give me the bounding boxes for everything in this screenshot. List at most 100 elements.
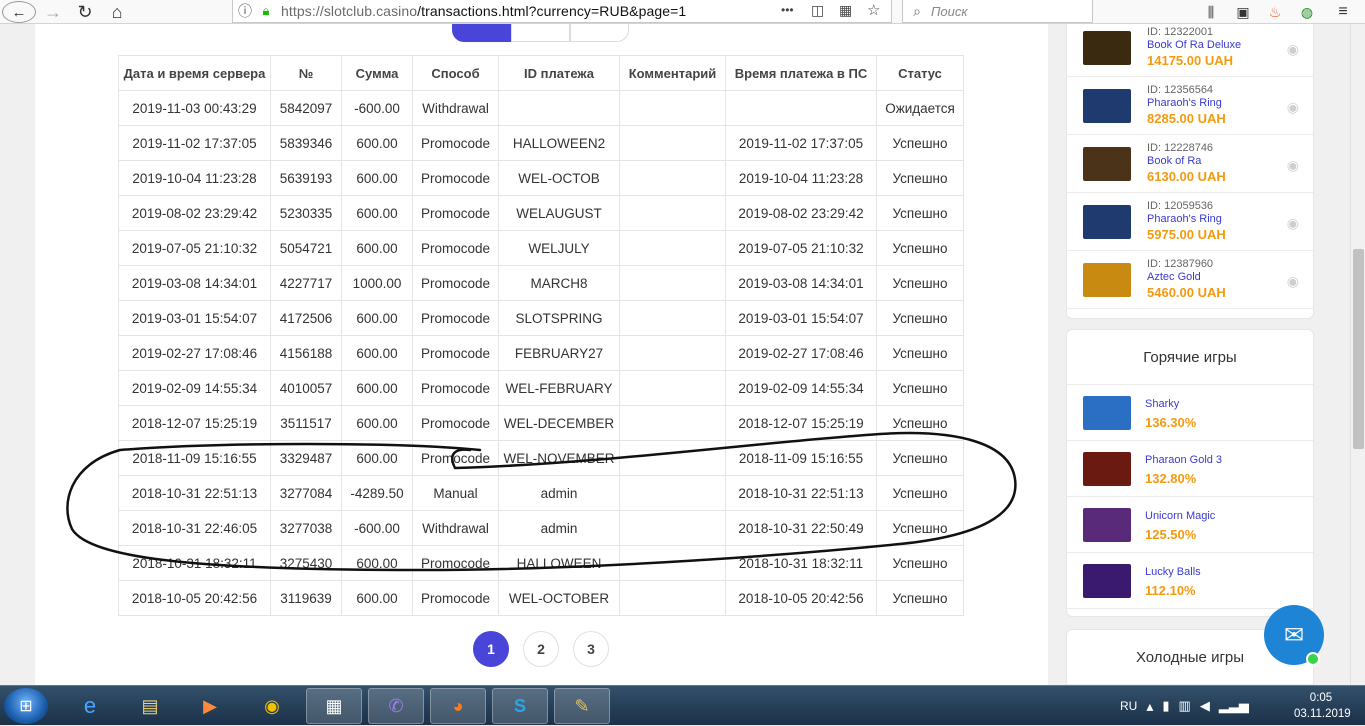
start-button-icon[interactable]: ⊞: [4, 688, 48, 724]
info-icon[interactable]: ⓘ: [233, 1, 257, 21]
hot-game-name[interactable]: Sharky: [1145, 398, 1179, 410]
back-arrow-icon[interactable]: ←: [2, 1, 36, 23]
network-icon[interactable]: ▥: [1179, 698, 1191, 714]
win-game-link[interactable]: Pharaoh's Ring: [1147, 97, 1222, 109]
search-input[interactable]: ⌕ Поиск: [902, 0, 1093, 23]
menu-icon[interactable]: ≡: [1330, 0, 1356, 24]
cell-comment: [619, 545, 726, 581]
eye-icon[interactable]: ◉: [1287, 157, 1299, 174]
url-bar[interactable]: ⓘ 🔒︎ https://slotclub.casino/transaction…: [232, 0, 892, 23]
search-icon: ⌕: [913, 2, 921, 19]
sidebar-icon[interactable]: ▣: [1232, 0, 1254, 24]
recent-win-item[interactable]: ID: 12387960 Aztec Gold 5460.00 UAH ◉: [1067, 251, 1313, 309]
chrome-icon[interactable]: ◉: [244, 688, 300, 724]
forward-arrow-icon[interactable]: →: [40, 0, 66, 24]
game-thumbnail[interactable]: [1083, 263, 1131, 297]
volume-icon[interactable]: ◀: [1200, 698, 1210, 714]
clock-date: 03.11.2019: [1294, 708, 1351, 720]
hot-game-percent: 125.50%: [1145, 527, 1197, 542]
cell-ps-time: 2018-10-31 18:32:11: [725, 545, 877, 581]
cell-ps-time: 2019-02-27 17:08:46: [725, 335, 877, 371]
hot-game-item[interactable]: Sharky 136.30%: [1067, 385, 1313, 441]
bookmark-star-icon[interactable]: ☆: [867, 1, 880, 19]
page-button-1[interactable]: 1: [473, 631, 509, 667]
extension-globe-icon[interactable]: ◍: [1296, 0, 1318, 24]
cell-ps-time: 2019-08-02 23:29:42: [725, 195, 877, 231]
pagination: 1 2 3: [473, 631, 609, 667]
hot-game-name[interactable]: Lucky Balls: [1145, 566, 1201, 578]
currency-tab-active[interactable]: [452, 24, 511, 42]
eye-icon[interactable]: ◉: [1287, 215, 1299, 232]
win-game-link[interactable]: Aztec Gold: [1147, 271, 1201, 283]
extension-fire-icon[interactable]: ♨: [1264, 0, 1286, 24]
currency-tab[interactable]: [570, 24, 629, 42]
win-game-link[interactable]: Book of Ra: [1147, 155, 1201, 167]
game-thumbnail[interactable]: [1083, 89, 1131, 123]
hot-game-item[interactable]: Unicorn Magic 125.50%: [1067, 497, 1313, 553]
explorer-folder-icon[interactable]: ▤: [122, 688, 178, 724]
cell-ps-time: 2019-02-09 14:55:34: [725, 370, 877, 406]
game-thumbnail[interactable]: [1083, 147, 1131, 181]
signal-icon[interactable]: ▂▃▅: [1219, 698, 1249, 714]
cell-payment-id: HALLOWEEN: [498, 545, 620, 581]
cell-ps-time: 2019-07-05 21:10:32: [725, 230, 877, 266]
eye-icon[interactable]: ◉: [1287, 99, 1299, 116]
cell-amount: 600.00: [341, 335, 413, 371]
pocket-icon[interactable]: ◫: [811, 2, 824, 19]
home-icon[interactable]: ⌂: [104, 0, 130, 24]
tray-arrow-icon[interactable]: ▴: [1146, 698, 1153, 715]
game-thumbnail[interactable]: [1083, 205, 1131, 239]
more-icon[interactable]: •••: [781, 3, 794, 17]
cell-date: 2019-07-05 21:10:32: [118, 230, 271, 266]
game-thumbnail[interactable]: [1083, 508, 1131, 542]
language-indicator[interactable]: RU: [1120, 699, 1137, 713]
win-game-link[interactable]: Book Of Ra Deluxe: [1147, 39, 1241, 51]
page-button-3[interactable]: 3: [573, 631, 609, 667]
recent-win-item[interactable]: ID: 12228746 Book of Ra 6130.00 UAH ◉: [1067, 135, 1313, 193]
cell-status: Успешно: [876, 440, 964, 476]
battery-icon[interactable]: ▮: [1162, 698, 1169, 714]
cell-number: 5230335: [270, 195, 342, 231]
ie-icon[interactable]: e: [62, 688, 118, 724]
recent-win-item[interactable]: ID: 12059536 Pharaoh's Ring 5975.00 UAH ◉: [1067, 193, 1313, 251]
reload-icon[interactable]: ↻: [72, 0, 98, 24]
game-thumbnail[interactable]: [1083, 564, 1131, 598]
game-thumbnail[interactable]: [1083, 452, 1131, 486]
game-thumbnail[interactable]: [1083, 396, 1131, 430]
paint-icon[interactable]: ✎: [554, 688, 610, 724]
taskbar-clock[interactable]: 0:05 03.11.2019: [1294, 690, 1351, 722]
hot-game-item[interactable]: Pharaon Gold 3 132.80%: [1067, 441, 1313, 497]
eye-icon[interactable]: ◉: [1287, 273, 1299, 290]
cell-ps-time: 2018-10-05 20:42:56: [725, 580, 877, 616]
cell-number: 3511517: [270, 405, 342, 441]
cell-amount: -4289.50: [341, 475, 413, 511]
library-icon[interactable]: ⫼: [1200, 0, 1222, 24]
viber-icon[interactable]: ✆: [368, 688, 424, 724]
currency-tab[interactable]: [511, 24, 570, 42]
scrollbar-thumb[interactable]: [1353, 249, 1364, 449]
cell-payment-id: FEBRUARY27: [498, 335, 620, 371]
game-thumbnail[interactable]: [1083, 31, 1131, 65]
media-player-icon[interactable]: ▶: [182, 688, 238, 724]
reader-view-icon[interactable]: ▦: [839, 2, 852, 19]
recent-win-item[interactable]: ID: 12356564 Pharaoh's Ring 8285.00 UAH ◉: [1067, 77, 1313, 135]
page-scrollbar[interactable]: [1350, 24, 1365, 685]
hot-game-item[interactable]: Lucky Balls 112.10%: [1067, 553, 1313, 609]
cell-status: Успешно: [876, 370, 964, 406]
hot-game-name[interactable]: Pharaon Gold 3: [1145, 454, 1222, 466]
table-row: 2019-03-01 15:54:07 4172506 600.00 Promocod…: [118, 300, 964, 336]
calculator-icon[interactable]: ▦: [306, 688, 362, 724]
firefox-icon[interactable]: ◕: [430, 688, 486, 724]
cell-method: Promocode: [412, 265, 499, 301]
cell-method: Promocode: [412, 160, 499, 196]
eye-icon[interactable]: ◉: [1287, 41, 1299, 58]
cell-amount: 600.00: [341, 370, 413, 406]
cell-status: Успешно: [876, 510, 964, 546]
page-button-2[interactable]: 2: [523, 631, 559, 667]
hot-game-name[interactable]: Unicorn Magic: [1145, 510, 1215, 522]
recent-win-item[interactable]: ID: 12322001 Book Of Ra Deluxe 14175.00 UA…: [1067, 24, 1313, 77]
cell-payment-id: admin: [498, 510, 620, 546]
skype-icon[interactable]: S: [492, 688, 548, 724]
win-game-link[interactable]: Pharaoh's Ring: [1147, 213, 1222, 225]
cell-ps-time: 2019-03-01 15:54:07: [725, 300, 877, 336]
